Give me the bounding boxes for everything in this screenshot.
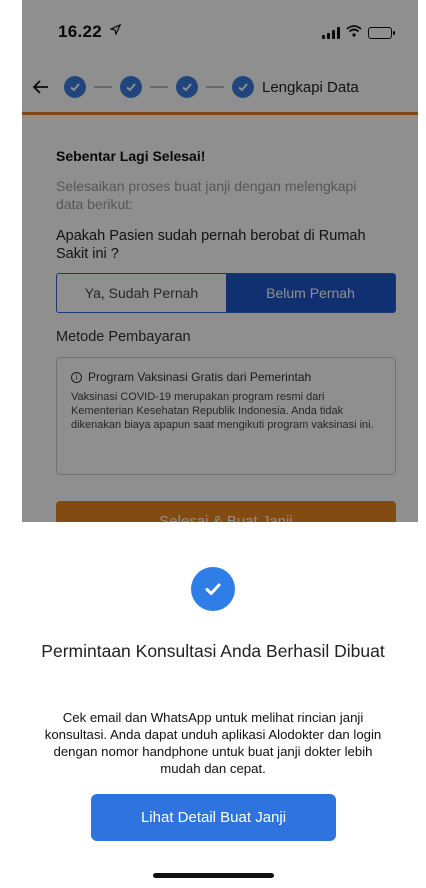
location-arrow-icon — [109, 22, 122, 40]
info-icon: i — [71, 371, 82, 383]
check-icon — [232, 76, 254, 98]
check-icon — [64, 76, 86, 98]
success-message: Cek email dan WhatsApp untuk melihat rin… — [44, 710, 382, 776]
patient-history-toggle: Ya, Sudah Pernah Belum Pernah — [56, 273, 396, 313]
info-body: Vaksinasi COVID-19 merupakan program res… — [71, 391, 374, 431]
check-circle-icon — [191, 567, 235, 611]
check-icon — [176, 76, 198, 98]
step-connector — [150, 86, 168, 88]
status-time: 16.22 — [58, 22, 103, 41]
form-subtitle: Selesaikan proses buat janji dengan mele… — [56, 178, 357, 212]
form-content: Sebentar Lagi Selesai! Selesaikan proses… — [22, 115, 418, 522]
appointment-form-screen: 16.22 Lengkapi Data Sebentar Lagi Selesa… — [22, 0, 418, 522]
vaccination-info-box: i Program Vaksinasi Gratis dari Pemerint… — [56, 357, 396, 475]
back-arrow-icon[interactable] — [32, 76, 50, 102]
battery-icon — [368, 27, 395, 39]
success-title: Permintaan Konsultasi Anda Berhasil Dibu… — [41, 641, 385, 661]
form-title: Sebentar Lagi Selesai! — [56, 148, 206, 164]
info-title: i Program Vaksinasi Gratis dari Pemerint… — [71, 370, 381, 384]
current-step-label: Lengkapi Data — [262, 78, 359, 96]
step-list: Lengkapi Data — [64, 76, 359, 98]
status-bar: 16.22 — [22, 0, 418, 60]
progress-stepper: Lengkapi Data — [22, 66, 418, 110]
option-yes-button[interactable]: Ya, Sudah Pernah — [57, 274, 226, 312]
home-indicator[interactable] — [153, 873, 274, 878]
check-icon — [120, 76, 142, 98]
step-connector — [206, 86, 224, 88]
patient-history-question: Apakah Pasien sudah pernah berobat di Ru… — [56, 228, 366, 262]
option-no-button[interactable]: Belum Pernah — [226, 274, 395, 312]
step-connector — [94, 86, 112, 88]
view-appointment-detail-button[interactable]: Lihat Detail Buat Janji — [91, 794, 336, 841]
success-bottom-sheet: Permintaan Konsultasi Anda Berhasil Dibu… — [0, 522, 426, 888]
wifi-icon — [346, 24, 362, 42]
submit-button[interactable]: Selesai & Buat Janji — [56, 501, 396, 522]
payment-method-label: Metode Pembayaran — [56, 329, 191, 345]
cellular-signal-icon — [322, 27, 340, 39]
info-title-text: Program Vaksinasi Gratis dari Pemerintah — [88, 370, 312, 384]
